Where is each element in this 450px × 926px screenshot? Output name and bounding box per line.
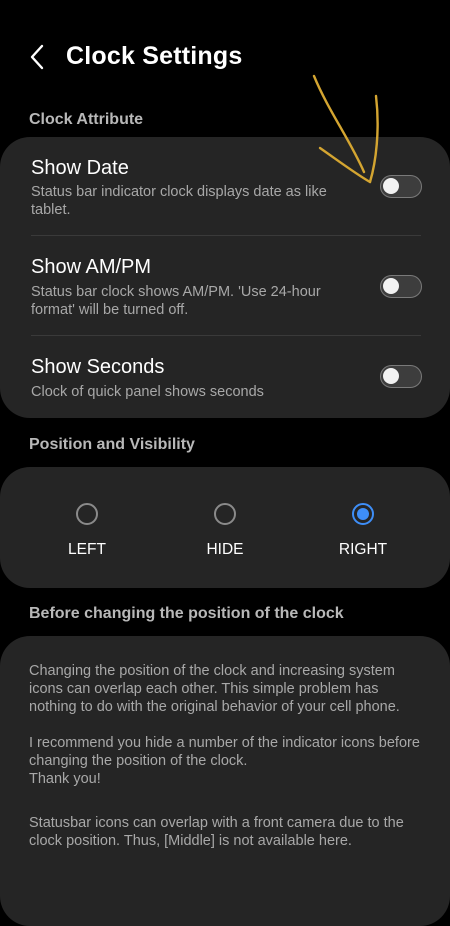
radio-option-right[interactable]: RIGHT (313, 503, 413, 593)
setting-subtitle: Clock of quick panel shows seconds (31, 384, 264, 400)
radio-option-hide[interactable]: HIDE (175, 503, 275, 593)
radio-left[interactable] (76, 503, 98, 525)
show-seconds-toggle[interactable] (380, 365, 422, 388)
setting-row-show-seconds[interactable]: Show Seconds Clock of quick panel shows … (0, 336, 450, 418)
setting-subtitle: Status bar clock shows AM/PM. 'Use 24-ho… (31, 284, 321, 318)
section-label-position: Position and Visibility (29, 436, 195, 453)
notice-paragraph: I recommend you hide a number of the ind… (29, 735, 420, 769)
toggle-knob (383, 368, 399, 384)
radio-label: HIDE (206, 541, 244, 558)
radio-label: RIGHT (338, 541, 388, 558)
annotation-arrow-icon (312, 74, 379, 184)
position-card: LEFT HIDE RIGHT (0, 467, 450, 588)
setting-title: Show AM/PM (31, 256, 152, 278)
notice-paragraph: Statusbar icons can overlap with a front… (29, 815, 404, 849)
setting-title: Show Date (31, 157, 129, 179)
show-am-pm-toggle[interactable] (380, 275, 422, 298)
notice-card: Changing the position of the clock and i… (0, 636, 450, 926)
toggle-knob (383, 278, 399, 294)
radio-right[interactable] (352, 503, 374, 525)
notice-paragraph: Changing the position of the clock and i… (29, 663, 400, 715)
section-label-notice: Before changing the position of the cloc… (29, 605, 344, 622)
setting-title: Show Seconds (31, 356, 165, 378)
radio-option-left[interactable]: LEFT (37, 503, 137, 593)
notice-paragraph: Thank you! (29, 771, 101, 787)
section-label-clock-attribute: Clock Attribute (29, 111, 144, 128)
page-title: Clock Settings (66, 42, 243, 70)
radio-hide[interactable] (214, 503, 236, 525)
radio-label: LEFT (68, 541, 106, 558)
back-button[interactable] (20, 40, 54, 74)
setting-row-show-am-pm[interactable]: Show AM/PM Status bar clock shows AM/PM.… (0, 236, 450, 336)
chevron-left-icon (30, 44, 44, 70)
